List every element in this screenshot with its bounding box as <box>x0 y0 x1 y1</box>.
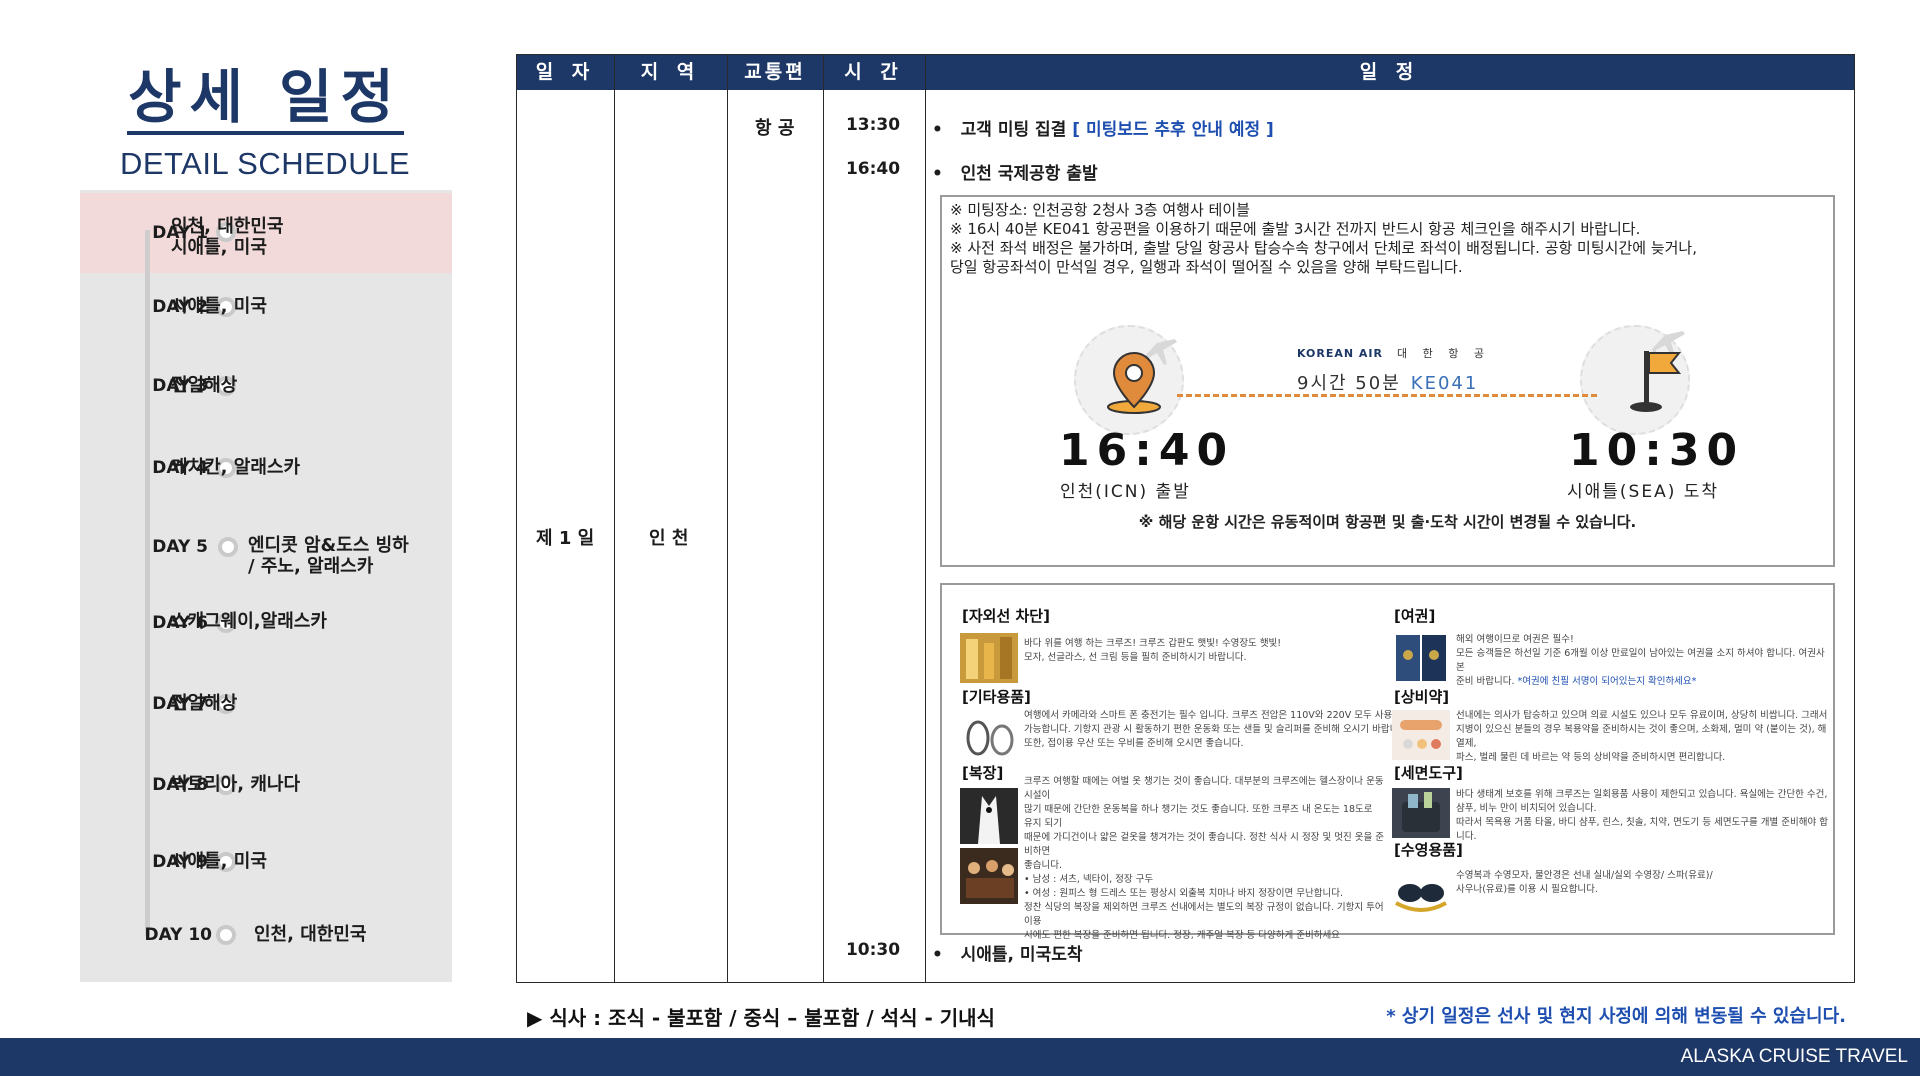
schedule-change-notice: * 상기 일정은 선사 및 현지 사정에 의해 변동될 수 있습니다. <box>1386 1006 1846 1027</box>
passport-icon <box>1392 633 1450 683</box>
tuxedo-icon <box>960 788 1018 844</box>
meeting-board-note: [ 미팅보드 추후 안내 예정 ] <box>1072 120 1274 140</box>
tip-body-swim: 수영복과 수영모자, 물안경은 선내 실내/실외 수영장/ 스파(유료)/사우나… <box>1456 870 1713 895</box>
day-place: 케치칸, 알래스카 <box>171 457 301 478</box>
day-label: DAY 5 <box>152 537 208 557</box>
day-label: DAY 10 <box>144 925 212 945</box>
column-divider <box>925 55 926 982</box>
flight-time-disclaimer: ※ 해당 운항 시간은 유동적이며 항공편 및 출·도착 시간이 변경될 수 있… <box>1138 513 1637 531</box>
footer-bar: ALASKA CRUISE TRAVEL <box>0 1038 1920 1076</box>
airline-name-ko: 대 한 항 공 <box>1397 347 1490 360</box>
departure-time: 16:40 <box>1059 425 1235 476</box>
tip-body-sun: 바다 위를 여행 하는 크루즈! 크루즈 갑판도 햇빛! 수영장도 햇빛! 모자,… <box>1024 638 1282 663</box>
bullet: • <box>932 120 943 140</box>
seat-note-cont: 당일 항공좌석이 만석일 경우, 일행과 좌석이 떨어질 수 있음을 양해 부탁… <box>950 258 1463 276</box>
header-schedule: 일 정 <box>1359 61 1420 83</box>
column-divider <box>614 55 615 982</box>
tip-body-toiletry: 바다 생태계 보호를 위해 크루즈는 일회용품 사용이 제한되고 있습니다. 욕… <box>1456 789 1829 842</box>
time-cell: 10:30 <box>845 940 901 960</box>
column-divider <box>823 55 824 982</box>
time-cell: 13:30 <box>845 115 901 135</box>
column-divider <box>727 55 728 982</box>
departure-label: 인천(ICN) 출발 <box>1060 482 1191 502</box>
timeline-dot-icon <box>218 537 238 557</box>
bullet: • <box>932 164 943 184</box>
region-cell: 인 천 <box>649 528 689 549</box>
tip-title-misc: [기타용품] <box>962 688 1031 706</box>
day-place: 시애틀, 미국 <box>171 851 267 872</box>
day-place: 인천, 대한민국 시애틀, 미국 <box>171 216 284 258</box>
airline-logo: KOREAN AIR <box>1297 347 1383 360</box>
schedule-text: 시애틀, 미국도착 <box>960 945 1083 965</box>
airline-label: KOREAN AIR 대 한 항 공 <box>1297 345 1490 361</box>
tip-title-swim: [수영용품] <box>1394 841 1463 859</box>
meal-info: ▶ 식사 : 조식 - 불포함 / 중식 – 불포함 / 석식 - 기내식 <box>527 1006 995 1030</box>
day-cell: 제 1 일 <box>536 528 595 549</box>
transport-cell: 항 공 <box>755 118 795 139</box>
bullet: • <box>932 945 943 965</box>
day-place: 인천, 대한민국 <box>254 924 367 945</box>
swim-goggles-icon <box>1392 867 1450 917</box>
flag-icon <box>1630 331 1685 412</box>
day-place: 빅토리아, 캐나다 <box>171 774 301 795</box>
page-title: 상세 일정 <box>128 63 402 131</box>
flight-info-box: ※ 미팅장소: 인천공항 2청사 3층 여행사 테이블 ※ 16시 40분 KE… <box>940 195 1835 567</box>
timeline-line <box>145 230 150 936</box>
schedule-text: 인천 국제공항 출발 <box>960 164 1098 184</box>
toiletry-bag-icon <box>1392 788 1450 838</box>
day-place: 스캐그웨이,알래스카 <box>171 611 327 632</box>
page-subtitle: DETAIL SCHEDULE <box>119 146 410 181</box>
tip-title-sun: [자외선 차단] <box>962 607 1050 625</box>
schedule-item: • 인천 국제공항 출발 <box>932 159 1098 184</box>
medicine-icon <box>1392 710 1450 760</box>
location-pin-icon <box>1107 339 1177 414</box>
tip-title-toiletry: [세면도구] <box>1394 764 1463 782</box>
title-underline <box>127 131 404 135</box>
arrival-time: 10:30 <box>1569 425 1745 476</box>
flight-code: KE041 <box>1410 373 1479 394</box>
header-region: 지 역 <box>640 61 701 83</box>
schedule-item: • 고객 미팅 집결 [ 미팅보드 추후 안내 예정 ] <box>932 115 1274 140</box>
table-header: 일 자 지 역 교통편 시 간 일 정 <box>517 55 1854 90</box>
brand-name: ALASKA CRUISE TRAVEL <box>1680 1046 1908 1067</box>
tip-body-passport: 해외 여행이므로 여권은 필수! 모든 승객들은 하선일 기준 6개월 이상 만료… <box>1456 634 1825 687</box>
arrival-label: 시애틀(SEA) 도착 <box>1567 482 1720 502</box>
checkin-note: ※ 16시 40분 KE041 항공편을 이용하기 때문에 출발 3시간 전까지… <box>950 220 1641 238</box>
timeline-dot-icon <box>216 925 236 945</box>
tip-body-dress: 크루즈 여행할 때에는 여벌 옷 챙기는 것이 좋습니다. 대부분의 크루즈에는… <box>1024 776 1384 941</box>
schedule-item: • 시애틀, 미국도착 <box>932 940 1083 965</box>
tip-body-medicine: 선내에는 의사가 탑승하고 있으며 의료 시설도 있으나 모두 유료이며, 상당… <box>1456 710 1828 763</box>
duration-text: 9시간 50분 <box>1297 373 1401 394</box>
route-dash-line <box>1177 394 1597 397</box>
schedule-text: 고객 미팅 집결 <box>960 120 1067 140</box>
seat-note: ※ 사전 좌석 배정은 불가하며, 출발 당일 항공사 탑승수속 창구에서 단체… <box>950 239 1697 257</box>
day-place: 엔디콧 암&도스 빙하 / 주노, 알래스카 <box>248 535 409 577</box>
day-place: 전일해상 <box>171 693 238 714</box>
slippers-icon <box>960 710 1018 760</box>
header-date: 일 자 <box>535 61 596 83</box>
day-place: 전일해상 <box>171 375 238 396</box>
time-cell: 16:40 <box>845 159 901 179</box>
travel-tips-box: [자외선 차단] 바다 위를 여행 하는 크루즈! 크루즈 갑판도 햇빛! 수영… <box>940 583 1835 941</box>
party-photo-icon <box>960 848 1018 904</box>
tip-title-dress: [복장] <box>962 764 1004 782</box>
flight-duration: 9시간 50분 KE041 <box>1297 369 1478 395</box>
passport-signature-note: *여권에 친필 서명이 되어있는지 확인하세요* <box>1517 676 1697 687</box>
tip-body-misc: 여행에서 카메라와 스마트 폰 충전기는 필수 입니다. 크루즈 전압은 110… <box>1024 710 1411 749</box>
tip-title-passport: [여권] <box>1394 607 1436 625</box>
day-place: 시애틀, 미국 <box>171 296 267 317</box>
header-transport: 교통편 <box>744 61 806 83</box>
tip-title-medicine: [상비약] <box>1394 688 1450 706</box>
sunscreen-icon <box>960 633 1018 683</box>
meeting-note: ※ 미팅장소: 인천공항 2청사 3층 여행사 테이블 <box>950 201 1250 219</box>
header-time: 시 간 <box>844 61 904 83</box>
